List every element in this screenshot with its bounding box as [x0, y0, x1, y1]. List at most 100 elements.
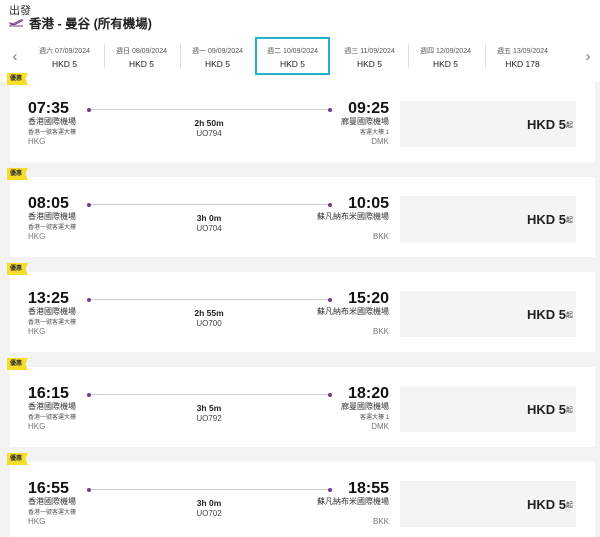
route-line — [91, 109, 328, 110]
arrival-terminal: 客運大樓 1 — [359, 415, 389, 421]
departure-code: HKG — [28, 137, 46, 146]
arrival-airport: 蘇凡納布米國際機場 — [317, 307, 389, 316]
route-line — [91, 204, 328, 205]
date-label: 週五 13/09/2024 — [497, 48, 548, 55]
date-price: HKD 5 — [128, 59, 155, 69]
fare-price: HKD 5 — [527, 212, 567, 227]
promo-badge: 優惠 — [7, 263, 28, 275]
date-price: HKD 5 — [432, 59, 459, 69]
arrival-airport: 蘇凡納布米國際機場 — [317, 497, 389, 506]
price-suffix: 起 — [566, 122, 573, 129]
flight-duration: 2h 55m — [194, 308, 224, 318]
date-price: HKD 178 — [505, 59, 540, 69]
flight-number: UO794 — [196, 129, 222, 138]
fare-price: HKD 5 — [527, 117, 567, 132]
date-label: 週日 08/09/2024 — [116, 48, 167, 55]
date-price: HKD 5 — [279, 59, 306, 69]
price-suffix: 起 — [566, 217, 573, 224]
departure-terminal: 香港一號客運大樓 — [28, 130, 77, 136]
date-price: HKD 5 — [51, 59, 78, 69]
departure-airport: 香港國際機場 — [28, 307, 76, 316]
route-line — [91, 489, 328, 490]
route-line — [91, 299, 328, 300]
flight-card[interactable]: 優惠 07:35 香港國際機場 香港一號客運大樓 HKG 2h 50m UO79… — [7, 73, 595, 162]
departure-airport: 香港國際機場 — [28, 117, 76, 126]
date-tab-selected[interactable]: 週二 10/09/2024 HKD 5 — [255, 37, 330, 75]
price-button[interactable]: HKD 5 起 — [400, 196, 576, 242]
departure-terminal: 香港一號客運大樓 — [28, 320, 77, 326]
arrival-airport: 廊曼國際機場 — [341, 117, 389, 126]
promo-badge: 優惠 — [7, 73, 28, 85]
date-tab[interactable]: 週四 12/09/2024 HKD 5 — [408, 38, 483, 76]
departure-terminal: 香港一號客運大樓 — [28, 225, 77, 231]
arrival-code: BKK — [372, 327, 389, 336]
date-label: 週一 09/09/2024 — [192, 48, 243, 55]
flight-number: UO700 — [196, 319, 222, 328]
date-tab[interactable]: 週日 08/09/2024 HKD 5 — [104, 38, 179, 76]
route-line — [91, 394, 328, 395]
flight-card[interactable]: 優惠 16:55 香港國際機場 香港一號客運大樓 HKG 3h 0m UO702… — [7, 453, 595, 537]
fare-price: HKD 5 — [527, 402, 567, 417]
arrival-airport: 蘇凡納布米國際機場 — [317, 212, 389, 221]
arrival-code: DMK — [371, 137, 389, 146]
chevron-right-icon[interactable]: › — [581, 46, 595, 66]
arrival-code: DMK — [371, 422, 389, 431]
route-title: 香港 - 曼谷 (所有機場) — [29, 16, 152, 31]
route-end-dot — [328, 488, 332, 492]
arrival-code: BKK — [372, 517, 389, 526]
flight-number: UO792 — [196, 414, 222, 423]
date-label: 週三 11/09/2024 — [344, 48, 395, 55]
price-button[interactable]: HKD 5 起 — [400, 291, 576, 337]
arrival-code: BKK — [372, 232, 389, 241]
price-suffix: 起 — [566, 312, 573, 319]
departure-airport: 香港國際機場 — [28, 402, 76, 411]
flight-card[interactable]: 優惠 16:15 香港國際機場 香港一號客運大樓 HKG 3h 5m UO792… — [7, 358, 595, 447]
departure-airport: 香港國際機場 — [28, 212, 76, 221]
route-end-dot — [328, 108, 332, 112]
departure-code: HKG — [28, 327, 46, 336]
date-tab[interactable]: 週三 11/09/2024 HKD 5 — [332, 38, 407, 76]
flight-card[interactable]: 優惠 13:25 香港國際機場 香港一號客運大樓 HKG 2h 55m UO70… — [7, 263, 595, 352]
promo-badge: 優惠 — [7, 453, 28, 465]
price-suffix: 起 — [566, 502, 573, 509]
route-row: 香港 - 曼谷 (所有機場) — [8, 14, 152, 31]
chevron-left-icon[interactable]: ‹ — [8, 46, 22, 66]
fare-price: HKD 5 — [527, 307, 567, 322]
date-label: 週四 12/09/2024 — [420, 48, 471, 55]
date-strip: ‹ 週六 07/09/2024 HKD 5 週日 08/09/2024 HKD … — [0, 37, 600, 76]
date-tab[interactable]: 週一 09/09/2024 HKD 5 — [180, 38, 255, 76]
flight-card[interactable]: 優惠 08:05 香港國際機場 香港一號客運大樓 HKG 3h 0m UO704… — [7, 168, 595, 257]
flight-duration: 3h 5m — [196, 403, 222, 413]
plane-takeoff-icon — [8, 19, 24, 27]
departure-airport: 香港國際機場 — [28, 497, 76, 506]
flight-duration: 2h 50m — [194, 118, 224, 128]
date-label: 週二 10/09/2024 — [267, 48, 318, 55]
arrival-terminal: 客運大樓 1 — [359, 130, 389, 136]
departure-code: HKG — [28, 517, 46, 526]
promo-badge: 優惠 — [7, 358, 28, 370]
price-button[interactable]: HKD 5 起 — [400, 101, 576, 147]
fare-price: HKD 5 — [527, 497, 567, 512]
date-tab[interactable]: 週六 07/09/2024 HKD 5 — [27, 38, 102, 76]
departure-code: HKG — [28, 422, 46, 431]
promo-badge: 優惠 — [7, 168, 28, 180]
flight-number: UO702 — [196, 509, 222, 518]
date-price: HKD 5 — [204, 59, 231, 69]
departure-terminal: 香港一號客運大樓 — [28, 415, 77, 421]
header-bar: 出發 香港 - 曼谷 (所有機場) ‹ 週六 07/09/2024 HKD 5 … — [0, 0, 600, 82]
departure-code: HKG — [28, 232, 46, 241]
date-tab[interactable]: 週五 13/09/2024 HKD 178 — [485, 38, 560, 76]
price-button[interactable]: HKD 5 起 — [400, 386, 576, 432]
arrival-airport: 廊曼國際機場 — [341, 402, 389, 411]
price-button[interactable]: HKD 5 起 — [400, 481, 576, 527]
departure-terminal: 香港一號客運大樓 — [28, 510, 77, 516]
flight-number: UO704 — [196, 224, 222, 233]
date-price: HKD 5 — [356, 59, 383, 69]
route-end-dot — [328, 203, 332, 207]
price-suffix: 起 — [566, 407, 573, 414]
date-label: 週六 07/09/2024 — [39, 48, 90, 55]
flight-duration: 3h 0m — [196, 213, 222, 223]
route-end-dot — [328, 298, 332, 302]
flight-duration: 3h 0m — [196, 498, 222, 508]
route-end-dot — [328, 393, 332, 397]
